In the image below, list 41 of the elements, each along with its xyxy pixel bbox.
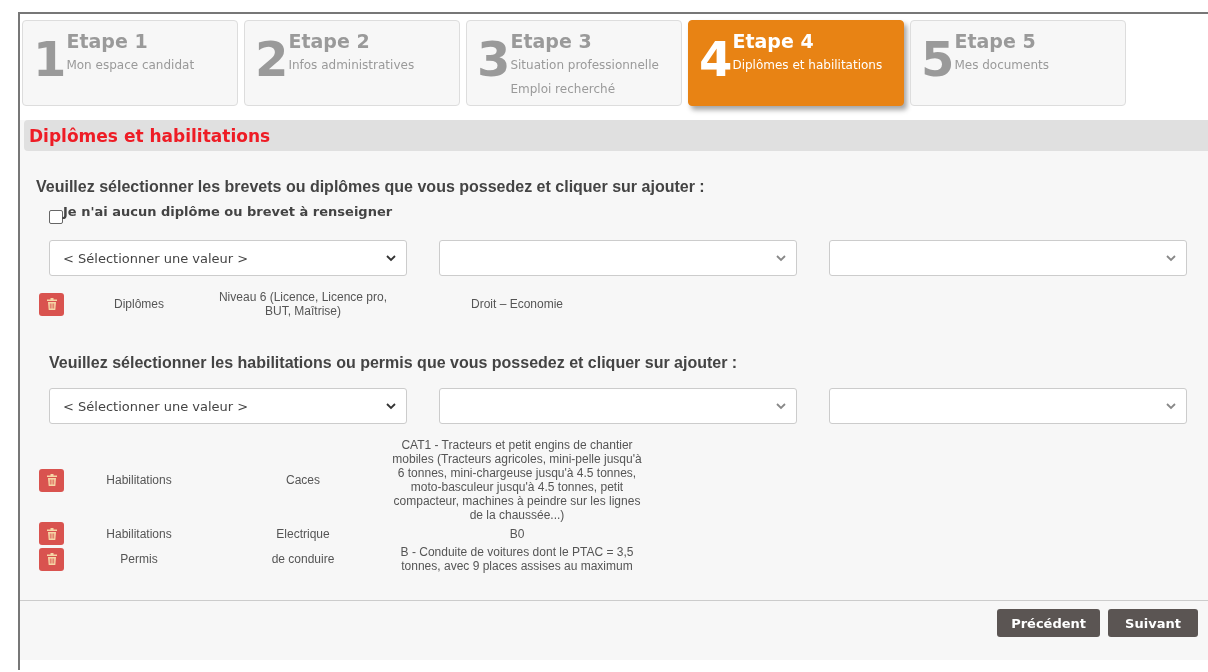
dropdown-field[interactable]: < Sélectionner une valeur > xyxy=(49,388,407,424)
chevron-icon xyxy=(1166,402,1176,410)
instruction-text: Veuillez sélectionner les brevets ou diplômes que vous possedez et cliquer sur ajouter : xyxy=(36,178,706,196)
trash-icon xyxy=(46,474,57,486)
item-type: de conduire xyxy=(270,552,336,566)
instruction-text: Veuillez sélectionner les habilitations ou permis que vous possedez et cliquer sur ajouter : xyxy=(49,354,739,372)
dropdown-field[interactable]: < Sélectionner une valeur > xyxy=(49,240,407,276)
section-title: Diplômes et habilitations xyxy=(29,125,271,146)
delete-button[interactable] xyxy=(39,468,64,492)
chevron-icon xyxy=(386,402,396,410)
delete-button[interactable] xyxy=(39,292,64,316)
dropdown-value: < Sélectionner une valeur > xyxy=(63,398,249,414)
item-type: Niveau 6 (Licence, Licence pro, BUT, Maîtrise) xyxy=(217,290,389,318)
item-category: Habilitations xyxy=(105,526,173,541)
item-type: Caces xyxy=(285,473,321,487)
dropdown-field[interactable] xyxy=(829,388,1187,424)
item-detail: CAT1 - Tracteurs et petit engins de chantier mobiles (Tracteurs agricoles, mini-pelle jusqu'à 6 tonnes, mini-chargeuse jusqu'à 4.5 tonnes, moto-basculeur jusqu'à 4.5 tonnes, petit compacteur, machines à peindre sur les lignes de la chaussée...) xyxy=(392,438,642,522)
delete-button[interactable] xyxy=(39,547,64,571)
trash-icon xyxy=(46,553,57,565)
dropdown-field[interactable] xyxy=(829,240,1187,276)
item-category: Permis xyxy=(119,552,159,566)
item-category: Habilitations xyxy=(105,473,173,487)
chevron-icon xyxy=(1166,254,1176,262)
trash-icon xyxy=(46,527,57,540)
item-type: Electrique xyxy=(275,526,331,541)
item-detail: Droit – Economie xyxy=(469,297,564,311)
item-detail: B0 xyxy=(508,526,526,541)
checkbox-label: Je n'ai aucun diplôme ou brevet à renseigner xyxy=(63,204,393,219)
delete-button[interactable] xyxy=(39,522,64,545)
dropdown-field[interactable] xyxy=(439,240,797,276)
nav-button[interactable]: Précédent xyxy=(997,609,1100,637)
chevron-icon xyxy=(776,402,786,410)
dropdown-field[interactable] xyxy=(439,388,797,424)
dropdown-value: < Sélectionner une valeur > xyxy=(63,250,249,266)
chevron-icon xyxy=(776,254,786,262)
item-category: Diplômes xyxy=(113,297,165,311)
nav-button[interactable]: Suivant xyxy=(1108,609,1198,637)
trash-icon xyxy=(46,298,57,310)
checkbox[interactable] xyxy=(49,210,63,224)
item-detail: B - Conduite de voitures dont le PTAC = 3,5 tonnes, avec 9 places assises au maximum xyxy=(399,545,635,573)
chevron-icon xyxy=(386,254,396,262)
